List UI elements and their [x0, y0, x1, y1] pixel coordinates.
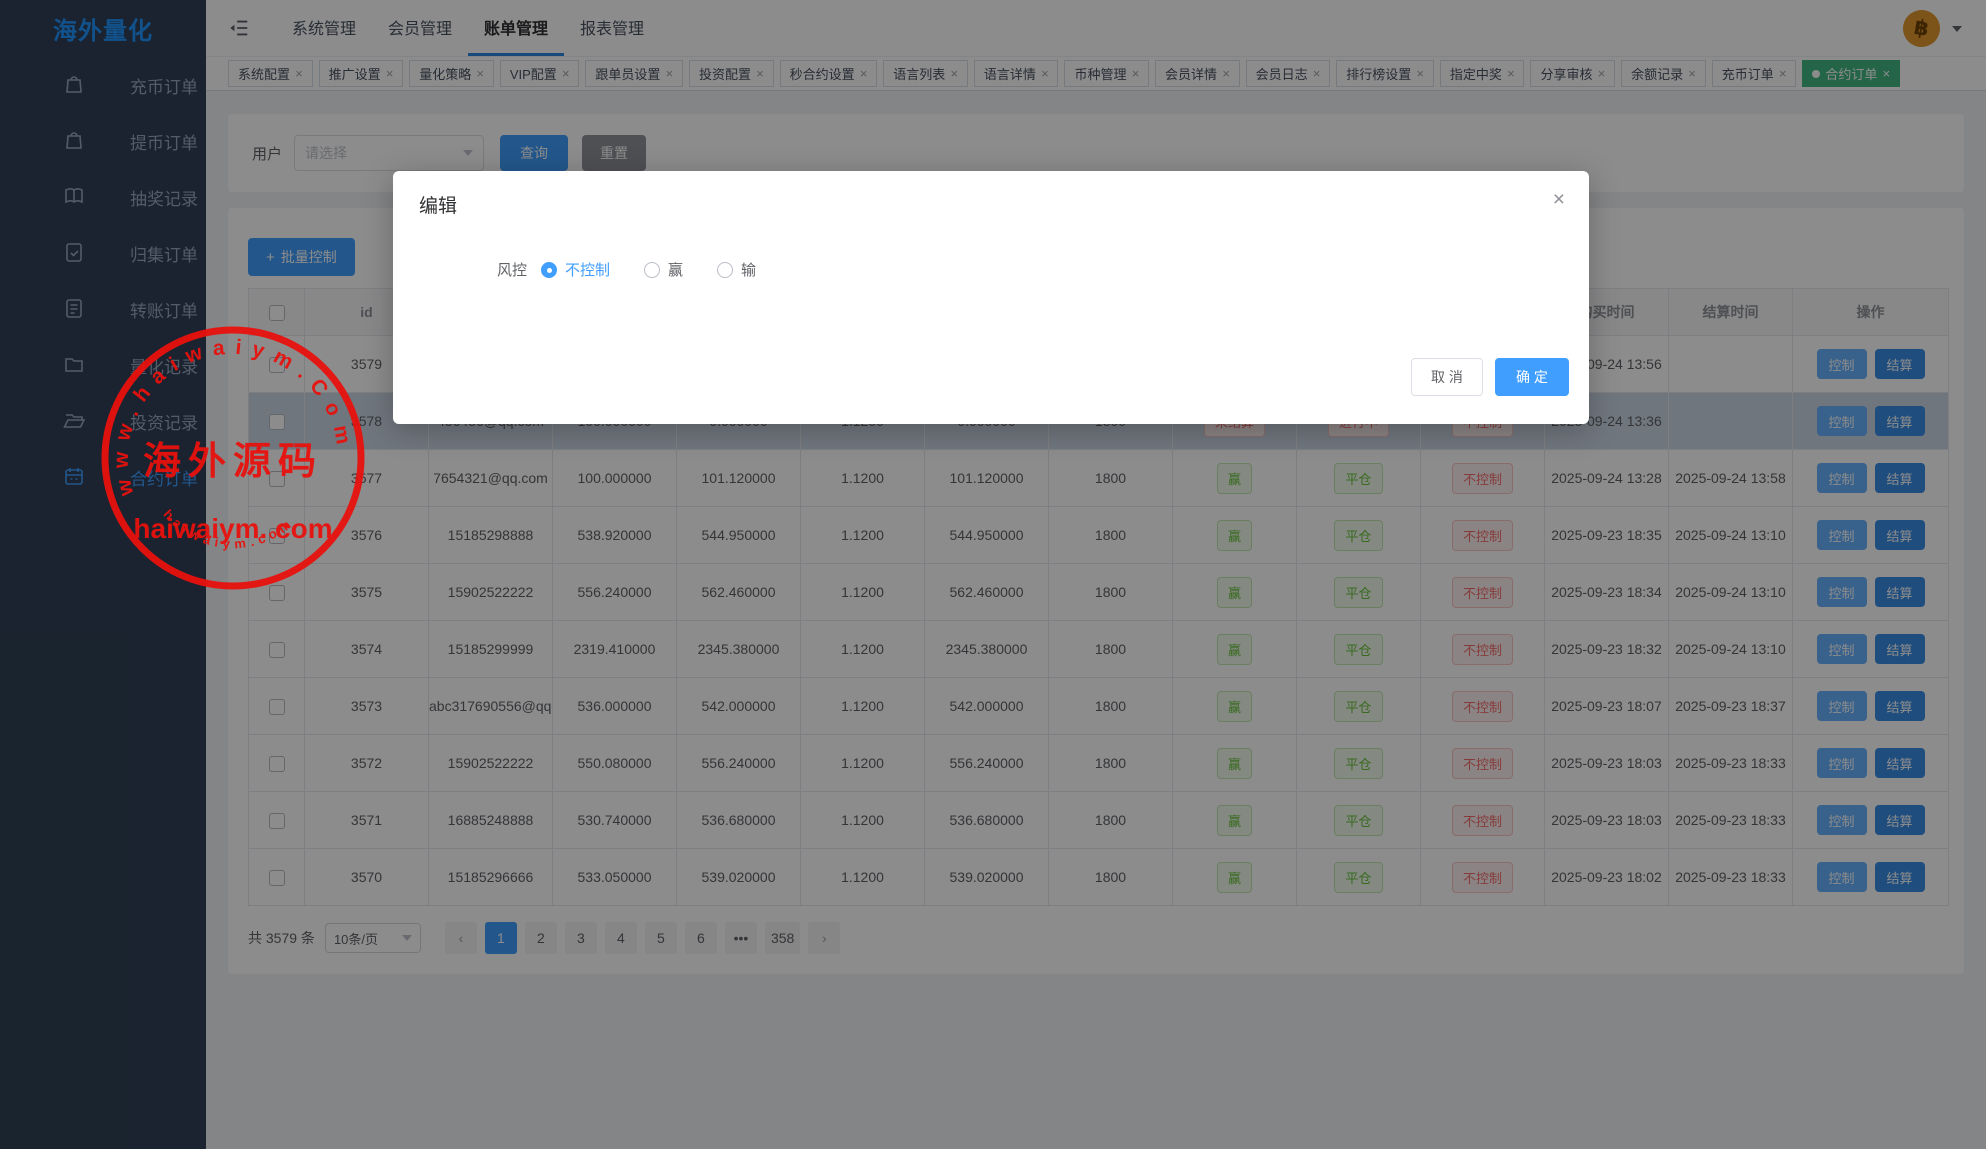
risk-control-label: 风控 — [497, 259, 527, 280]
app-root: 海外量化 充币订单 提币订单 抽奖记录 归集订单 转账订单 量化记录 投资记录 — [0, 0, 1986, 1149]
radio-win[interactable]: 赢 — [644, 259, 683, 280]
cancel-button[interactable]: 取 消 — [1411, 358, 1483, 396]
confirm-button[interactable]: 确 定 — [1495, 358, 1569, 396]
radio-circle-icon — [717, 262, 733, 278]
radio-circle-icon — [644, 262, 660, 278]
radio-label: 不控制 — [565, 259, 610, 280]
watermark-cn-text: 海外源码 — [143, 441, 323, 483]
radio-circle-icon — [541, 262, 557, 278]
radio-label: 输 — [741, 259, 756, 280]
radio-no-control[interactable]: 不控制 — [541, 259, 610, 280]
radio-label: 赢 — [668, 259, 683, 280]
edit-dialog: 编辑 × 风控 不控制 赢 输 取 消 确 定 — [393, 171, 1589, 424]
dialog-footer: 取 消 确 定 — [1411, 358, 1569, 396]
watermark-stamp: www.haiwaiym.Com 海外源码 haiwaiym. com haiw… — [97, 322, 369, 594]
close-icon[interactable]: × — [1553, 189, 1565, 210]
dialog-title: 编辑 — [419, 191, 457, 218]
radio-lose[interactable]: 输 — [717, 259, 756, 280]
dialog-body: 风控 不控制 赢 输 — [497, 259, 790, 280]
